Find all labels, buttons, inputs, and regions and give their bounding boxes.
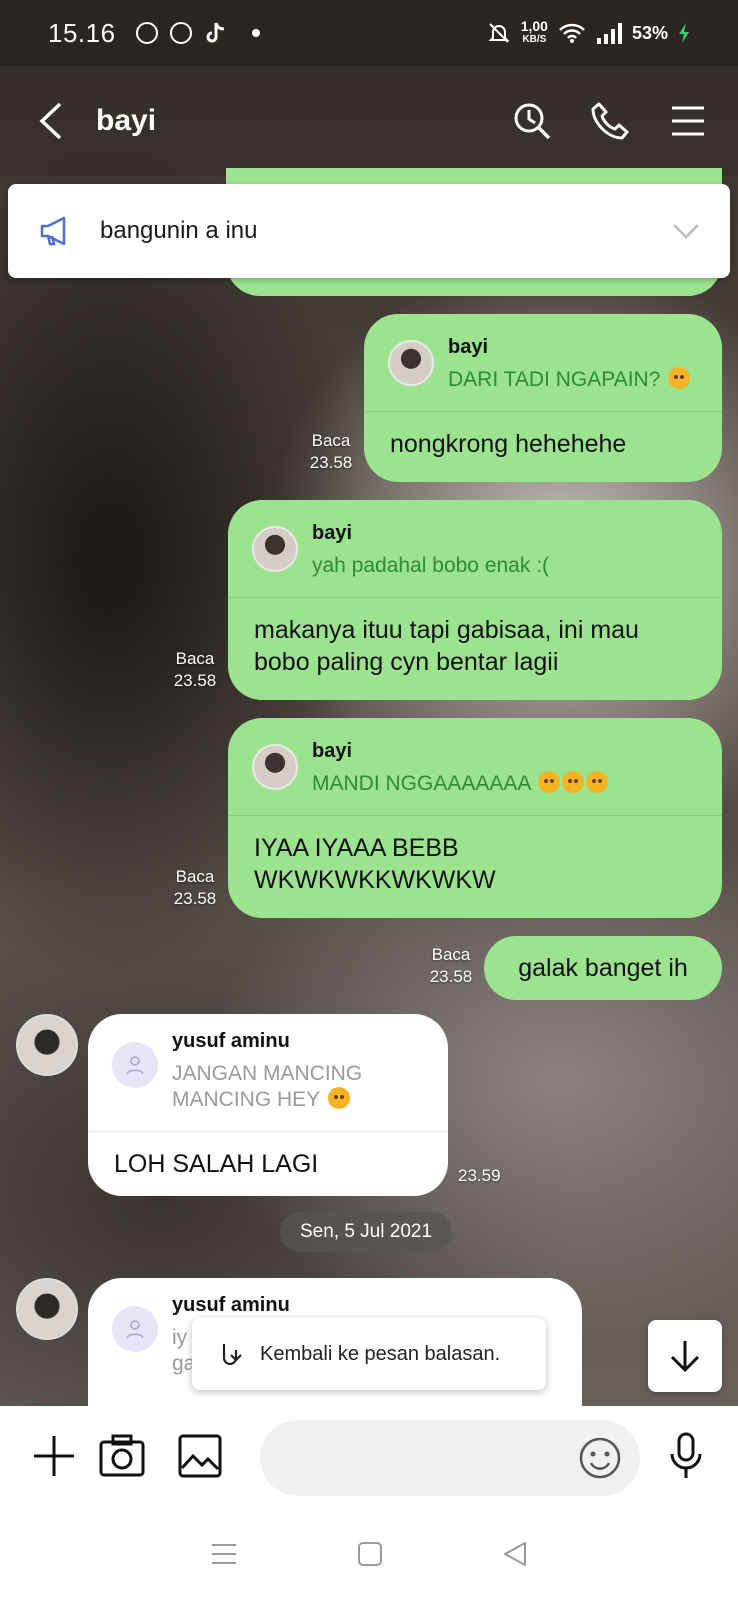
more-notifications-dot-icon bbox=[251, 29, 260, 37]
message-input-bar bbox=[0, 1406, 738, 1508]
return-arrow-icon bbox=[222, 1344, 242, 1366]
sender-avatar[interactable] bbox=[16, 1014, 78, 1076]
read-receipt: Baca 23.58 bbox=[164, 866, 226, 910]
reply-sender-name: bayi bbox=[312, 522, 353, 544]
reply-sender-name: bayi bbox=[312, 740, 353, 762]
back-nav-icon[interactable] bbox=[502, 1540, 528, 1568]
reply-sender-name: bayi bbox=[448, 336, 489, 358]
tiktok-icon bbox=[206, 22, 224, 43]
message-text: IYAA IYAAA BEBB WKWKWKKWKWKW bbox=[254, 834, 496, 894]
reply-sender-name: yusuf aminu bbox=[172, 1030, 290, 1052]
back-to-reply-toast[interactable]: Kembali ke pesan balasan. bbox=[192, 1318, 546, 1390]
avatar bbox=[388, 340, 434, 386]
reply-preview[interactable]: bayi MANDI NGGAAAAAAA bbox=[228, 718, 722, 797]
camera-icon[interactable] bbox=[98, 1432, 146, 1480]
angry-emoji-icon bbox=[668, 367, 691, 389]
system-nav-bar bbox=[0, 1508, 738, 1600]
message-text: makanya ituu tapi gabisaa, ini mau bobo … bbox=[254, 616, 639, 676]
network-speed-value: 1,00 bbox=[520, 18, 548, 34]
angry-emoji-icon bbox=[327, 1087, 350, 1109]
message-bubble[interactable]: bayi yah padahal bobo enak :( makanya it… bbox=[228, 500, 722, 700]
message-text: galak banget ih bbox=[518, 953, 688, 982]
message-text: nongkrong hehehehe bbox=[390, 430, 627, 458]
reply-quote: yah padahal bobo enak :( bbox=[312, 554, 550, 577]
network-speed-unit: KB/S bbox=[522, 34, 547, 45]
read-label: Baca bbox=[175, 649, 215, 668]
phone-icon[interactable] bbox=[588, 99, 632, 143]
toast-text: Kembali ke pesan balasan. bbox=[260, 1342, 501, 1365]
network-speed: 1,00 KB/S bbox=[520, 18, 548, 46]
avatar bbox=[112, 1042, 158, 1088]
read-label: Baca bbox=[311, 431, 351, 450]
reply-sender-name: yusuf aminu bbox=[172, 1294, 290, 1316]
announcement-text: bangunin a inu bbox=[100, 217, 258, 244]
message-bubble[interactable]: bayi DARI TADI NGAPAIN? nongkrong hehehe… bbox=[364, 314, 722, 482]
recent-apps-icon[interactable] bbox=[210, 1542, 238, 1566]
angry-emoji-icon bbox=[586, 771, 609, 793]
read-label: Baca bbox=[175, 867, 215, 886]
avatar bbox=[112, 1306, 158, 1352]
charging-icon bbox=[679, 23, 689, 43]
message-bubble[interactable]: yusuf aminu JANGAN MANCING MANCING HEY L… bbox=[88, 1014, 448, 1196]
chevron-down-icon[interactable] bbox=[672, 222, 700, 240]
status-time: 15.16 bbox=[48, 17, 116, 48]
gallery-icon[interactable] bbox=[176, 1432, 224, 1480]
sender-avatar[interactable] bbox=[16, 1278, 78, 1340]
avatar bbox=[252, 526, 298, 572]
emoji-icon[interactable] bbox=[576, 1434, 624, 1482]
scroll-to-bottom-button[interactable] bbox=[648, 1320, 722, 1392]
reply-quote: JANGAN MANCING MANCING HEY bbox=[172, 1062, 363, 1111]
menu-icon[interactable] bbox=[666, 99, 710, 143]
announcement-banner[interactable]: bangunin a inu bbox=[8, 184, 730, 278]
message-text: LOH SALAH LAGI bbox=[114, 1150, 319, 1178]
angry-emoji-icon bbox=[562, 771, 585, 793]
pinterest-icon bbox=[169, 22, 192, 44]
add-icon[interactable] bbox=[30, 1432, 78, 1480]
read-receipt: Baca 23.58 bbox=[164, 648, 226, 692]
read-receipt: Baca 23.58 bbox=[420, 944, 482, 988]
chat-header: bayi bbox=[0, 66, 738, 176]
status-bar: 15.16 1,00 KB/S 53% bbox=[0, 0, 738, 66]
message-time: 23.58 bbox=[309, 453, 353, 472]
message-bubble[interactable]: galak banget ih bbox=[484, 936, 722, 1000]
reply-preview[interactable]: yusuf aminu JANGAN MANCING MANCING HEY bbox=[88, 1014, 448, 1113]
avatar bbox=[252, 744, 298, 790]
angry-emoji-icon bbox=[538, 771, 561, 793]
message-time: 23.59 bbox=[458, 1166, 501, 1185]
reply-quote: MANDI NGGAAAAAAA bbox=[312, 771, 609, 797]
date-separator: Sen, 5 Jul 2021 bbox=[280, 1212, 452, 1252]
megaphone-icon bbox=[40, 216, 66, 246]
status-indicators: 1,00 KB/S 53% bbox=[487, 18, 690, 46]
header-actions bbox=[510, 99, 710, 143]
back-icon[interactable] bbox=[38, 99, 68, 143]
message-time: 23.58 bbox=[173, 671, 217, 690]
person-icon bbox=[126, 1056, 144, 1075]
message-bubble[interactable]: bayi MANDI NGGAAAAAAA IYAA IYAAA BEBB WK… bbox=[228, 718, 722, 918]
message-time: 23.58 bbox=[429, 967, 473, 986]
microphone-icon[interactable] bbox=[662, 1432, 710, 1480]
read-receipt: Baca 23.58 bbox=[300, 430, 362, 474]
home-icon[interactable] bbox=[357, 1541, 383, 1567]
arrow-down-icon bbox=[670, 1341, 700, 1373]
signal-icon bbox=[596, 23, 622, 44]
reply-quote: DARI TADI NGAPAIN? bbox=[448, 367, 691, 393]
message-time: 23.58 bbox=[173, 889, 217, 908]
wifi-icon bbox=[559, 23, 585, 43]
search-clock-icon[interactable] bbox=[510, 99, 554, 143]
person-icon bbox=[126, 1320, 144, 1339]
chat-title[interactable]: bayi bbox=[96, 104, 156, 138]
reply-preview[interactable]: bayi DARI TADI NGAPAIN? bbox=[364, 314, 722, 393]
read-label: Baca bbox=[431, 945, 471, 964]
notification-icons bbox=[135, 21, 260, 45]
whatsapp-icon bbox=[135, 22, 158, 44]
battery-percent: 53% bbox=[631, 22, 668, 43]
mute-bell-icon bbox=[488, 23, 510, 43]
reply-preview[interactable]: bayi yah padahal bobo enak :( bbox=[228, 500, 722, 579]
